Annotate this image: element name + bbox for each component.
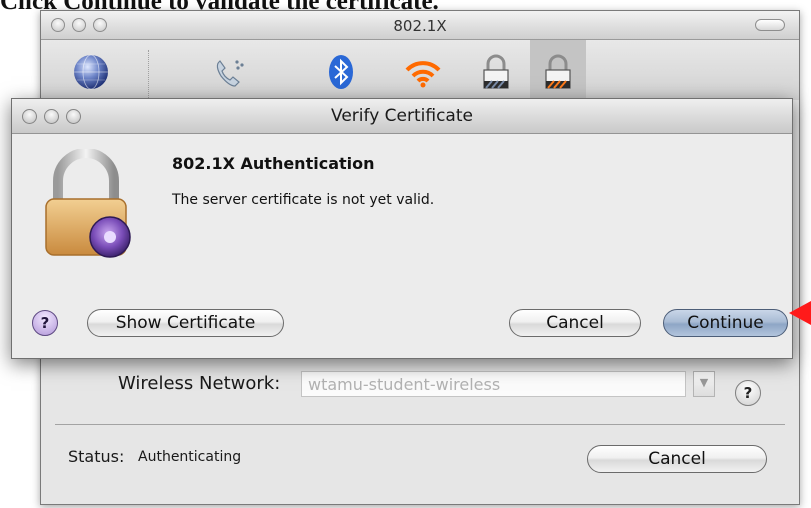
background-titlebar: 802.1X <box>41 11 799 40</box>
continue-button[interactable]: Continue <box>663 309 788 337</box>
dialog-titlebar: Verify Certificate <box>12 99 792 134</box>
toolbar <box>41 40 799 100</box>
background-content: Wireless Network: wtamu-student-wireless… <box>41 351 799 504</box>
background-cancel-button[interactable]: Cancel <box>587 445 767 473</box>
background-window-title: 802.1X <box>393 17 447 35</box>
toolbar-toggle-button[interactable] <box>755 19 785 31</box>
lock-ethernet-icon[interactable] <box>476 52 516 92</box>
help-button[interactable]: ? <box>735 380 761 406</box>
dialog-message: The server certificate is not yet valid. <box>172 192 435 208</box>
dialog-help-button[interactable]: ? <box>32 310 58 336</box>
modem-phone-icon[interactable] <box>211 52 251 92</box>
wifi-icon[interactable] <box>403 52 443 92</box>
verify-certificate-dialog: Verify Certificate 802.1X Authentication… <box>11 98 793 359</box>
show-certificate-button[interactable]: Show Certificate <box>87 309 284 337</box>
bluetooth-icon[interactable] <box>321 52 361 92</box>
section-divider <box>55 424 785 425</box>
cancel-button[interactable]: Cancel <box>509 309 641 337</box>
red-pointer-arrow <box>789 301 811 325</box>
lock-airport-icon[interactable] <box>538 52 578 92</box>
dialog-title: Verify Certificate <box>331 106 473 126</box>
wireless-network-field[interactable]: wtamu-student-wireless <box>301 371 686 397</box>
toolbar-separator <box>148 50 149 100</box>
status-value: Authenticating <box>138 449 242 465</box>
dialog-heading: 802.1X Authentication <box>172 154 375 173</box>
padlock-certificate-icon <box>45 149 131 258</box>
wireless-network-label: Wireless Network: <box>118 373 281 394</box>
wireless-network-dropdown-button[interactable]: ▼ <box>693 371 715 397</box>
status-label: Status: <box>68 447 125 466</box>
network-globe-icon[interactable] <box>71 52 111 92</box>
